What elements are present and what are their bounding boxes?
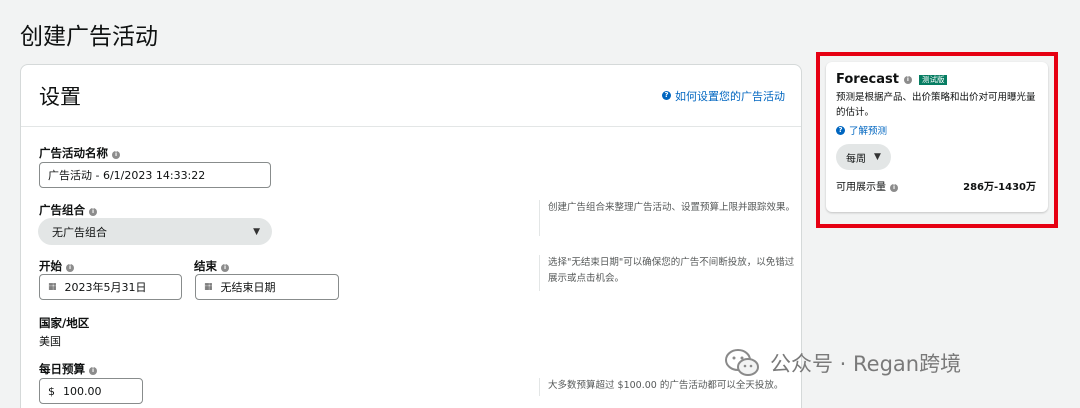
watermark: 公众号 · Regan跨境 xyxy=(724,348,961,378)
campaign-help-link[interactable]: ? 如何设置您的广告活动 xyxy=(662,88,785,104)
portfolio-hint: 创建广告组合来整理广告活动、设置预算上限并跟踪效果。 xyxy=(539,200,797,236)
forecast-card: Forecast i 测试版 预测是根据产品、出价策略和出价对可用曝光量的估计。… xyxy=(826,62,1048,212)
start-date-input[interactable]: ▦ 2023年5月31日 xyxy=(39,274,182,300)
daily-budget-input[interactable]: $ 100.00 xyxy=(39,378,143,404)
info-icon[interactable]: i xyxy=(66,264,74,272)
forecast-metric-label: 可用展示量 i xyxy=(836,178,898,193)
currency-symbol: $ xyxy=(48,384,55,398)
daily-budget-value: 100.00 xyxy=(63,384,102,398)
chevron-down-icon: ▼ xyxy=(253,226,260,237)
forecast-period-value: 每周 xyxy=(846,153,866,165)
forecast-title: Forecast xyxy=(836,72,899,87)
forecast-metric: 可用展示量 i 286万-1430万 xyxy=(836,178,1036,193)
portfolio-selected-value: 无广告组合 xyxy=(52,225,107,239)
info-icon[interactable]: i xyxy=(89,208,97,216)
beta-badge: 测试版 xyxy=(918,74,948,85)
portfolio-label: 广告组合 i xyxy=(39,202,97,218)
chevron-down-icon: ▼ xyxy=(874,152,881,162)
portfolio-select[interactable]: 无广告组合 ▼ xyxy=(38,218,272,245)
campaign-name-label: 广告活动名称 i xyxy=(39,145,120,161)
end-date-value: 无结束日期 xyxy=(220,281,276,294)
calendar-icon: ▦ xyxy=(48,282,57,292)
info-icon[interactable]: i xyxy=(221,264,229,272)
forecast-metric-label-text: 可用展示量 xyxy=(836,182,886,193)
daily-budget-label: 每日预算 i xyxy=(39,361,97,377)
campaign-name-input[interactable]: 广告活动 - 6/1/2023 14:33:22 xyxy=(39,162,271,188)
info-icon[interactable]: i xyxy=(89,367,97,375)
date-hint: 选择"无结束日期"可以确保您的广告不间断投放，以免错过展示或点击机会。 xyxy=(539,255,797,291)
settings-header: 设置 ? 如何设置您的广告活动 xyxy=(21,65,801,127)
campaign-name-label-text: 广告活动名称 xyxy=(39,146,108,160)
calendar-icon: ▦ xyxy=(204,282,213,292)
forecast-description: 预测是根据产品、出价策略和出价对可用曝光量的估计。 xyxy=(836,92,1036,118)
country-value: 美国 xyxy=(39,335,61,348)
start-date-value: 2023年5月31日 xyxy=(64,281,147,294)
forecast-highlight-box: Forecast i 测试版 预测是根据产品、出价策略和出价对可用曝光量的估计。… xyxy=(816,52,1058,228)
campaign-name-value: 广告活动 - 6/1/2023 14:33:22 xyxy=(48,169,206,182)
learn-forecast-link-text: 了解预测 xyxy=(849,126,888,137)
settings-title: 设置 xyxy=(39,84,81,109)
start-date-label: 开始 i xyxy=(39,258,74,274)
settings-panel: 设置 ? 如何设置您的广告活动 广告活动名称 i 广告活动 - 6/1/2023 … xyxy=(20,64,802,408)
info-icon[interactable]: i xyxy=(903,75,912,84)
forecast-period-select[interactable]: 每周 ▼ xyxy=(836,144,891,170)
start-date-label-text: 开始 xyxy=(39,259,62,273)
learn-forecast-link[interactable]: ? 了解预测 xyxy=(836,123,1036,137)
end-date-input[interactable]: ▦ 无结束日期 xyxy=(195,274,339,300)
end-date-label: 结束 i xyxy=(194,258,229,274)
country-label: 国家/地区 xyxy=(39,316,90,330)
portfolio-label-text: 广告组合 xyxy=(39,203,85,217)
wechat-icon xyxy=(725,349,759,376)
budget-hint: 大多数预算超过 $100.00 的广告活动都可以全天投放。 xyxy=(539,378,797,396)
daily-budget-label-text: 每日预算 xyxy=(39,362,85,376)
end-date-label-text: 结束 xyxy=(194,259,217,273)
info-icon[interactable]: i xyxy=(890,184,898,192)
help-icon: ? xyxy=(662,91,671,100)
help-icon: ? xyxy=(836,125,845,135)
forecast-header: Forecast i 测试版 xyxy=(836,72,1036,87)
watermark-text: 公众号 · Regan跨境 xyxy=(770,352,962,376)
forecast-metric-value: 286万-1430万 xyxy=(963,182,1036,193)
info-icon[interactable]: i xyxy=(112,151,120,159)
campaign-help-link-text: 如何设置您的广告活动 xyxy=(675,89,785,103)
page-title: 创建广告活动 xyxy=(20,24,158,50)
